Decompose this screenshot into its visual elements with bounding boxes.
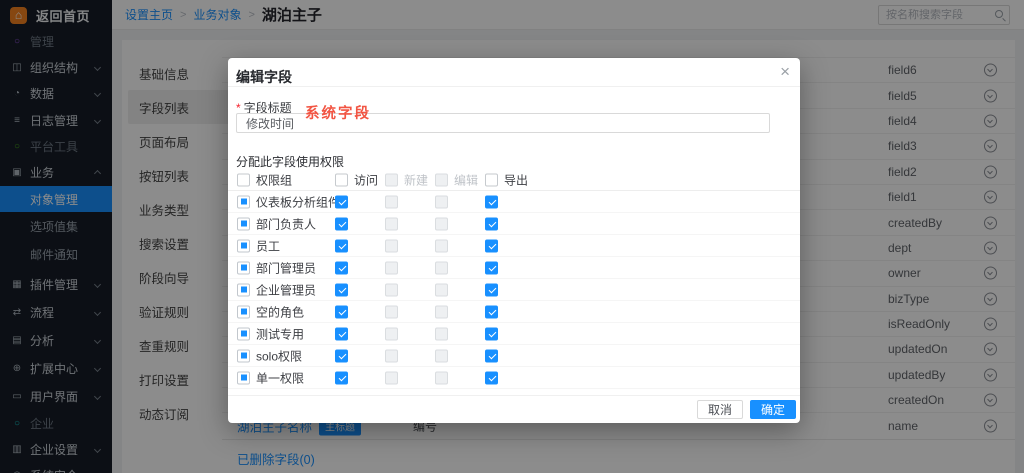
edit-header-label: 编辑 [454,172,478,189]
permission-group-name: 仪表板分析组件 [256,193,340,210]
permission-group-name: 空的角色 [256,303,304,320]
permission-group-name: 部门管理员 [256,259,316,276]
group-checkbox[interactable] [237,371,250,384]
edit-checkbox [435,371,448,384]
create-checkbox [385,371,398,384]
edit-field-modal: 编辑字段 × *字段标题 系统字段 分配此字段使用权限 权限组访问新建编辑导出 … [228,58,800,423]
modal-title: 编辑字段 [236,67,292,87]
permission-row: 企业管理员 [228,279,800,301]
create-checkbox [385,195,398,208]
edit-header-checkbox [435,174,448,187]
permission-group-name: 单一权限 [256,369,304,386]
close-icon[interactable]: × [780,63,790,80]
group-checkbox[interactable] [237,327,250,340]
permission-group-name: 企业管理员 [256,281,316,298]
permission-row: 员工 [228,235,800,257]
access-header-checkbox[interactable] [335,174,348,187]
permissions-section-title: 分配此字段使用权限 [236,153,344,170]
export-checkbox[interactable] [485,261,498,274]
group-checkbox[interactable] [237,195,250,208]
group-checkbox[interactable] [237,217,250,230]
access-checkbox[interactable] [335,327,348,340]
export-checkbox[interactable] [485,217,498,230]
access-checkbox[interactable] [335,305,348,318]
modal-footer-divider [228,395,800,396]
group-checkbox[interactable] [237,283,250,296]
permission-row: 仪表板分析组件 [228,191,800,213]
create-header-checkbox [385,174,398,187]
permission-group-name: solo权限 [256,347,302,364]
permission-row: 单一权限 [228,367,800,389]
export-checkbox[interactable] [485,305,498,318]
access-checkbox[interactable] [335,239,348,252]
create-checkbox [385,283,398,296]
access-checkbox[interactable] [335,349,348,362]
group-checkbox[interactable] [237,305,250,318]
group-checkbox[interactable] [237,349,250,362]
permission-group-name: 部门负责人 [256,215,316,232]
create-header-label: 新建 [404,172,428,189]
access-checkbox[interactable] [335,261,348,274]
export-checkbox[interactable] [485,195,498,208]
create-checkbox [385,349,398,362]
edit-checkbox [435,239,448,252]
group-header-checkbox[interactable] [237,174,250,187]
system-field-annotation: 系统字段 [305,102,371,123]
group-checkbox[interactable] [237,239,250,252]
permission-row: solo权限 [228,345,800,367]
edit-checkbox [435,217,448,230]
permissions-header-row: 权限组 访问 新建 编辑 导出 [228,170,800,190]
permission-row: 空的角色 [228,301,800,323]
edit-checkbox [435,283,448,296]
create-checkbox [385,305,398,318]
group-header-label: 权限组 [256,172,292,189]
access-checkbox[interactable] [335,195,348,208]
permission-group-name: 测试专用 [256,325,304,342]
edit-checkbox [435,261,448,274]
create-checkbox [385,217,398,230]
permissions-rows: 仪表板分析组件部门负责人员工部门管理员企业管理员空的角色测试专用 solo权限单一… [228,191,800,389]
access-header-label: 访问 [354,172,378,189]
modal-footer: 取消 确定 [697,400,796,419]
export-checkbox[interactable] [485,349,498,362]
edit-checkbox [435,305,448,318]
permission-row: 部门管理员 [228,257,800,279]
export-checkbox[interactable] [485,371,498,384]
create-checkbox [385,261,398,274]
create-checkbox [385,239,398,252]
edit-checkbox [435,327,448,340]
permission-row: 部门负责人 [228,213,800,235]
edit-checkbox [435,195,448,208]
export-checkbox[interactable] [485,327,498,340]
export-checkbox[interactable] [485,283,498,296]
access-checkbox[interactable] [335,283,348,296]
export-header-label: 导出 [504,172,528,189]
cancel-button[interactable]: 取消 [697,400,743,419]
export-header-checkbox[interactable] [485,174,498,187]
ok-button[interactable]: 确定 [750,400,796,419]
group-checkbox[interactable] [237,261,250,274]
edit-checkbox [435,349,448,362]
access-checkbox[interactable] [335,371,348,384]
modal-title-divider [228,86,800,87]
export-checkbox[interactable] [485,239,498,252]
create-checkbox [385,327,398,340]
permission-group-name: 员工 [256,237,280,254]
access-checkbox[interactable] [335,217,348,230]
permission-row: 测试专用 [228,323,800,345]
